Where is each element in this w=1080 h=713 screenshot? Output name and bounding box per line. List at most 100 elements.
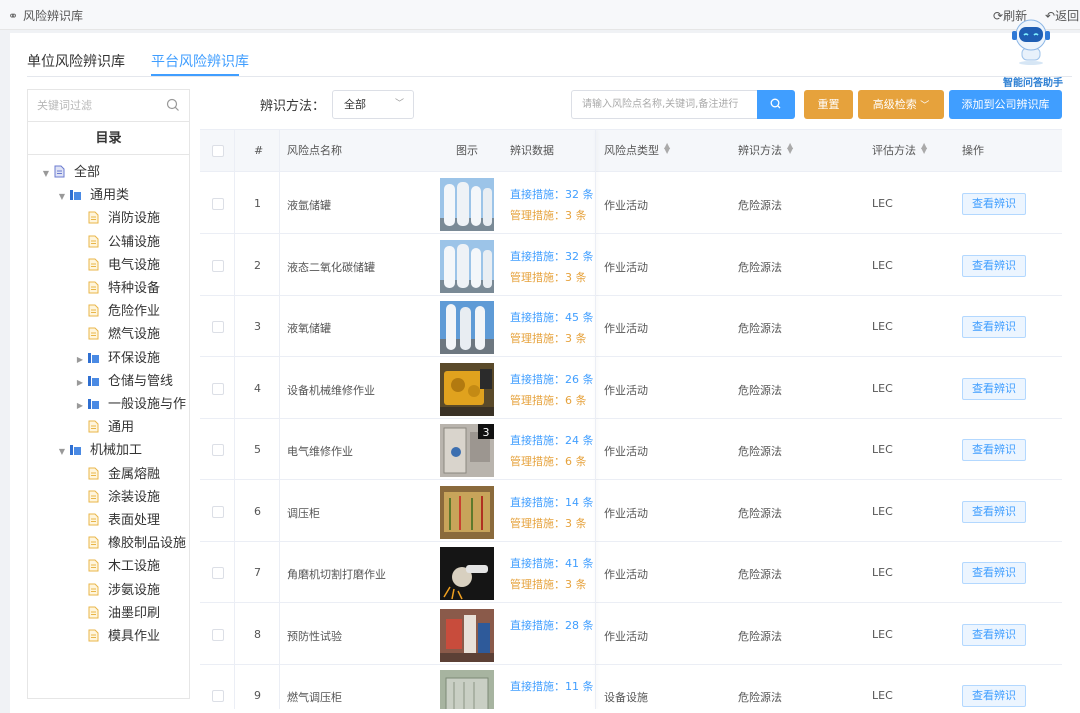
file-icon: [88, 513, 99, 526]
table-header: # 风险点名称 图示 辨识数据 风险点类型 ▲ ▼ 辨识方法 ▲ ▼ 评估方法 ▲ ▼ 操作: [200, 130, 1062, 172]
management-measures-link[interactable]: 管理措施：3 条: [510, 207, 587, 223]
view-identification-button[interactable]: 查看辨识: [962, 193, 1026, 215]
view-identification-button[interactable]: 查看辨识: [962, 316, 1026, 338]
management-measures-link[interactable]: 管理措施：3 条: [510, 269, 587, 285]
view-identification-button[interactable]: 查看辨识: [962, 254, 1026, 277]
advanced-search-button[interactable]: 高级检索 ﹀: [858, 90, 944, 119]
tree-node[interactable]: ▶ 一般设施与作: [74, 394, 186, 416]
tree-node[interactable]: 燃气设施: [74, 324, 160, 346]
direct-measures-link[interactable]: 直接措施：26 条: [510, 371, 594, 387]
row-type: 设备设施: [604, 691, 648, 704]
risk-image[interactable]: [440, 485, 494, 539]
file-icon: [88, 420, 99, 433]
tab-unit-library[interactable]: 单位风险辨识库: [27, 51, 125, 71]
row-index: 2: [254, 258, 261, 272]
tree-node-label: 油墨印刷: [108, 605, 161, 621]
header-eval[interactable]: 评估方法 ▲ ▼: [872, 130, 927, 172]
risk-image[interactable]: [440, 670, 494, 709]
tree-node[interactable]: 消防设施: [74, 208, 160, 230]
view-identification-button[interactable]: 查看辨识: [962, 562, 1026, 584]
tree-node[interactable]: 涂装设施: [74, 487, 160, 509]
method-select[interactable]: 全部 ﹀: [332, 90, 414, 119]
tree-node[interactable]: 表面处理: [74, 510, 160, 532]
select-all-checkbox[interactable]: [212, 145, 224, 157]
table-row: 2 液态二氧化碳储罐 作业活动 危险源法 LEC 直接措施：32 条管理措施：3 条 查看辨…: [200, 234, 1062, 296]
tree-node[interactable]: ▼ 通用类: [56, 185, 129, 207]
row-checkbox[interactable]: [212, 444, 224, 456]
row-checkbox[interactable]: [212, 382, 224, 395]
row-checkbox[interactable]: [212, 198, 224, 210]
view-identification-button[interactable]: 查看辨识: [962, 685, 1026, 707]
tree-node[interactable]: ▶ 仓储与管线: [74, 371, 173, 393]
direct-measures-link[interactable]: 直接措施：32 条: [510, 248, 594, 264]
direct-measures-link[interactable]: 直接措施：24 条: [510, 432, 594, 448]
tree-node[interactable]: 公辅设施: [74, 232, 160, 254]
tree-node[interactable]: 橡胶制品设施: [74, 533, 186, 555]
assistant-widget[interactable]: 智能问答助手: [1000, 14, 1080, 89]
tree-node[interactable]: 木工设施: [74, 556, 160, 578]
header-method[interactable]: 辨识方法 ▲ ▼: [738, 130, 793, 172]
direct-measures-link[interactable]: 直接措施：14 条: [510, 494, 594, 510]
direct-measures-link[interactable]: 直接措施：45 条: [510, 309, 594, 325]
tree-node[interactable]: 油墨印刷: [74, 603, 160, 625]
direct-measures-link[interactable]: 直接措施：11 条: [510, 678, 594, 694]
advanced-search-label: 高级检索: [872, 98, 917, 111]
row-checkbox[interactable]: [212, 690, 224, 702]
tree-node[interactable]: ▼ 机械加工: [56, 440, 142, 462]
tree-node-label: 一般设施与作: [108, 397, 187, 412]
row-checkbox[interactable]: [212, 567, 224, 579]
tree-node[interactable]: 特种设备: [74, 278, 160, 300]
add-to-company-button[interactable]: 添加到公司辨识库: [949, 90, 1062, 119]
row-type: 作业活动: [604, 506, 648, 520]
direct-measures-link[interactable]: 直接措施：41 条: [510, 555, 594, 571]
tab-platform-library[interactable]: 平台风险辨识库: [151, 51, 249, 71]
keyword-filter-input[interactable]: [28, 90, 156, 120]
risk-image[interactable]: [440, 547, 494, 600]
file-icon: [88, 304, 99, 317]
header-type[interactable]: 风险点类型 ▲ ▼: [604, 130, 670, 172]
caret-down-icon: ▼: [42, 169, 50, 178]
reset-button[interactable]: 重置: [804, 90, 853, 119]
row-checkbox[interactable]: [212, 505, 224, 518]
row-eval: LEC: [872, 258, 893, 272]
risk-image[interactable]: 3: [440, 424, 494, 477]
row-method: 危险源法: [738, 629, 782, 643]
column-divider: [234, 130, 235, 709]
tree-node[interactable]: ▶ 环保设施: [74, 348, 160, 370]
view-identification-button[interactable]: 查看辨识: [962, 439, 1026, 461]
row-name: 液态二氧化碳储罐: [287, 260, 375, 274]
view-identification-button[interactable]: 查看辨识: [962, 500, 1026, 523]
management-measures-link[interactable]: 管理措施：3 条: [510, 515, 587, 531]
header-method-label: 辨识方法: [738, 144, 782, 157]
view-identification-button[interactable]: 查看辨识: [962, 377, 1026, 400]
search-button[interactable]: [757, 90, 795, 119]
row-name: 液氧储罐: [287, 322, 331, 335]
search-input[interactable]: [571, 90, 757, 119]
tree-node[interactable]: 模具作业: [74, 626, 160, 648]
management-measures-link[interactable]: 管理措施：3 条: [510, 576, 587, 592]
tree-node[interactable]: ▼ 全部: [40, 162, 100, 184]
row-checkbox[interactable]: [212, 321, 224, 333]
risk-image[interactable]: [440, 301, 494, 354]
file-icon: [88, 629, 99, 642]
row-checkbox[interactable]: [212, 259, 224, 272]
management-measures-link[interactable]: 管理措施：3 条: [510, 330, 587, 346]
row-checkbox[interactable]: [212, 628, 224, 641]
keyword-filter: [28, 90, 189, 122]
tree-node[interactable]: 危险作业: [74, 301, 160, 323]
risk-image[interactable]: [440, 239, 494, 293]
tree-node-label: 通用: [108, 420, 135, 436]
direct-measures-link[interactable]: 直接措施：28 条: [510, 617, 594, 633]
method-value: 全部: [344, 98, 366, 111]
tree-node[interactable]: 通用: [74, 417, 134, 439]
tree-node[interactable]: 金属熔融: [74, 464, 160, 486]
tree-node[interactable]: 电气设施: [74, 255, 160, 277]
view-identification-button[interactable]: 查看辨识: [962, 623, 1026, 646]
tree-node[interactable]: 涉氨设施: [74, 580, 160, 602]
management-measures-link[interactable]: 管理措施：6 条: [510, 453, 587, 469]
direct-measures-link[interactable]: 直接措施：32 条: [510, 186, 594, 202]
management-measures-link[interactable]: 管理措施：6 条: [510, 392, 587, 408]
risk-image[interactable]: [440, 608, 494, 662]
risk-image[interactable]: [440, 178, 494, 231]
risk-image[interactable]: [440, 362, 494, 416]
